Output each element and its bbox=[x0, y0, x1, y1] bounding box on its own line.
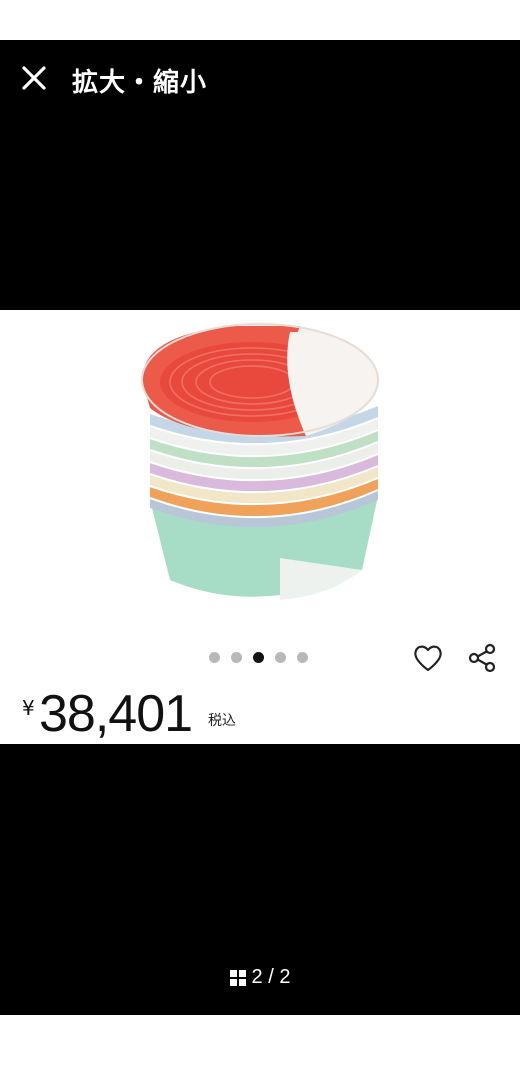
bottom-bar-area bbox=[0, 1015, 520, 1080]
close-button[interactable] bbox=[14, 58, 54, 98]
product-image[interactable] bbox=[130, 318, 390, 608]
page-title: 拡大・縮小 bbox=[72, 68, 208, 98]
tax-label: 税込 bbox=[208, 713, 236, 729]
carousel-dot-active[interactable] bbox=[253, 652, 264, 663]
carousel-dot[interactable] bbox=[275, 652, 286, 663]
heart-outline-icon bbox=[414, 645, 442, 672]
price: 38,401 bbox=[39, 685, 193, 743]
share-icon bbox=[468, 643, 496, 673]
close-icon bbox=[22, 66, 46, 90]
currency-symbol: ¥ bbox=[22, 696, 35, 720]
page-indicator: 2 / 2 bbox=[0, 966, 520, 989]
carousel-indicator bbox=[209, 652, 308, 663]
page-counter: 2 / 2 bbox=[251, 966, 291, 988]
carousel-dot[interactable] bbox=[209, 652, 220, 663]
favorite-button[interactable] bbox=[410, 640, 446, 676]
product-card: ¥ 38,401 税込 bbox=[0, 310, 520, 744]
grid-icon[interactable] bbox=[229, 969, 246, 986]
carousel-dot[interactable] bbox=[297, 652, 308, 663]
share-button[interactable] bbox=[465, 640, 501, 676]
status-bar-area bbox=[0, 0, 520, 40]
carousel-dot[interactable] bbox=[231, 652, 242, 663]
